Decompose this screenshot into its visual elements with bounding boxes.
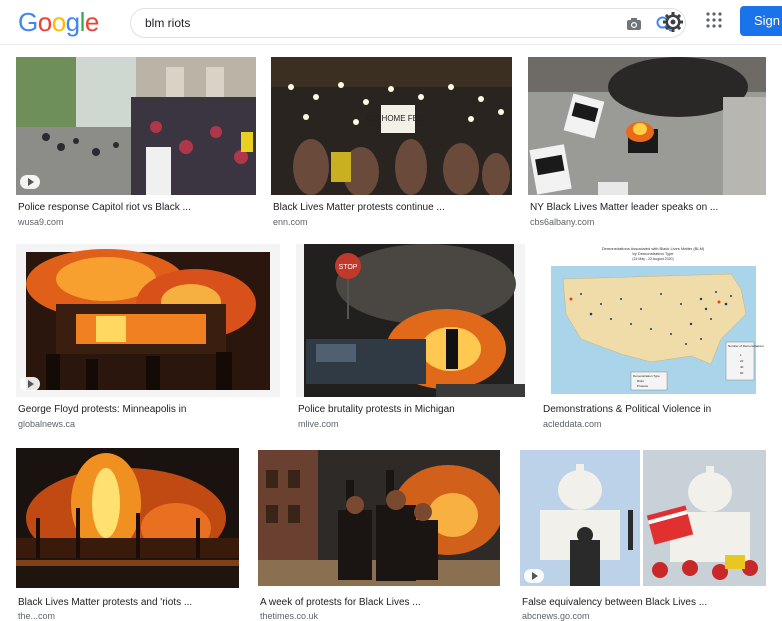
blm-map-image: Demonstrations Associated with Black Liv…	[541, 244, 766, 397]
result-thumbnail[interactable]	[16, 244, 280, 397]
night-protest-image: GO HOME FEDS	[271, 57, 512, 195]
logo-letter: g	[65, 7, 80, 37]
result-thumbnail[interactable]: GO HOME FEDS	[271, 57, 512, 195]
result-source[interactable]: thetimes.co.uk	[260, 611, 318, 621]
minneapolis-fire-image	[16, 244, 280, 397]
logo-letter: e	[84, 7, 99, 37]
camera-icon[interactable]	[625, 15, 643, 33]
video-badge-icon	[524, 569, 544, 583]
protest-sign-text: GO HOME FEDS	[367, 114, 429, 123]
map-type-item: Riots	[637, 379, 644, 383]
result-title[interactable]: Police brutality protests in Michigan	[298, 404, 522, 415]
map-legend-title: Number of Demonstrations	[728, 344, 764, 348]
map-legend-value: 20	[740, 359, 744, 363]
result-thumbnail[interactable]	[520, 450, 766, 586]
google-logo[interactable]: Google	[18, 7, 99, 38]
result-title[interactable]: A week of protests for Black Lives ...	[260, 597, 498, 608]
result-title[interactable]: NY Black Lives Matter leader speaks on .…	[530, 202, 766, 213]
result-source[interactable]: acleddata.com	[543, 419, 602, 429]
search-box[interactable]	[130, 8, 686, 38]
result-title[interactable]: Black Lives Matter protests and 'riots .…	[18, 597, 238, 608]
result-source[interactable]: the...com	[18, 611, 55, 621]
result-thumbnail[interactable]	[528, 57, 766, 195]
logo-letter: o	[51, 7, 66, 37]
video-badge-icon	[20, 377, 40, 391]
header: Google Sig	[0, 0, 782, 45]
map-legend-value: 60	[740, 371, 744, 375]
video-badge-icon	[20, 175, 40, 189]
map-subtitle: by Demonstration Type	[632, 251, 674, 256]
map-type-item: Protests	[637, 384, 649, 388]
capitol-crowd-image	[16, 57, 256, 195]
building-fire-image	[16, 448, 239, 588]
result-source[interactable]: wusa9.com	[18, 217, 64, 227]
sign-in-button[interactable]: Sign	[740, 6, 782, 36]
result-thumbnail[interactable]	[258, 450, 500, 586]
search-input[interactable]	[145, 14, 585, 32]
result-thumbnail[interactable]	[16, 448, 239, 588]
map-legend-value: 40	[740, 365, 744, 369]
result-title[interactable]: False equivalency between Black Lives ..…	[522, 597, 764, 608]
result-source[interactable]: cbs6albany.com	[530, 217, 594, 227]
result-source[interactable]: mlive.com	[298, 419, 339, 429]
result-title[interactable]: Police response Capitol riot vs Black ..…	[18, 202, 254, 213]
apps-grid-icon[interactable]	[706, 12, 722, 28]
result-title[interactable]: Black Lives Matter protests continue ...	[273, 202, 509, 213]
result-thumbnail[interactable]	[16, 57, 256, 195]
result-title[interactable]: George Floyd protests: Minneapolis in	[18, 404, 278, 415]
result-source[interactable]: abcnews.go.com	[522, 611, 590, 621]
map-dates: (24 May - 22 August 2020)	[632, 257, 673, 261]
logo-letter: G	[18, 7, 38, 37]
map-type-title: Demonstration Type	[633, 374, 660, 378]
burning-police-car-image	[528, 57, 766, 195]
result-source[interactable]: enn.com	[273, 217, 308, 227]
result-thumbnail[interactable]: STOP	[296, 244, 525, 397]
result-thumbnail[interactable]: Demonstrations Associated with Black Liv…	[541, 244, 766, 397]
michigan-fire-image: STOP	[296, 244, 525, 397]
raised-fists-image	[258, 450, 500, 586]
logo-letter: o	[37, 7, 52, 37]
result-source[interactable]: globalnews.ca	[18, 419, 75, 429]
gear-icon[interactable]	[662, 11, 684, 33]
result-title[interactable]: Demonstrations & Political Violence in	[543, 404, 765, 415]
stop-sign-text: STOP	[339, 264, 358, 271]
capitol-comparison-image	[520, 450, 766, 586]
